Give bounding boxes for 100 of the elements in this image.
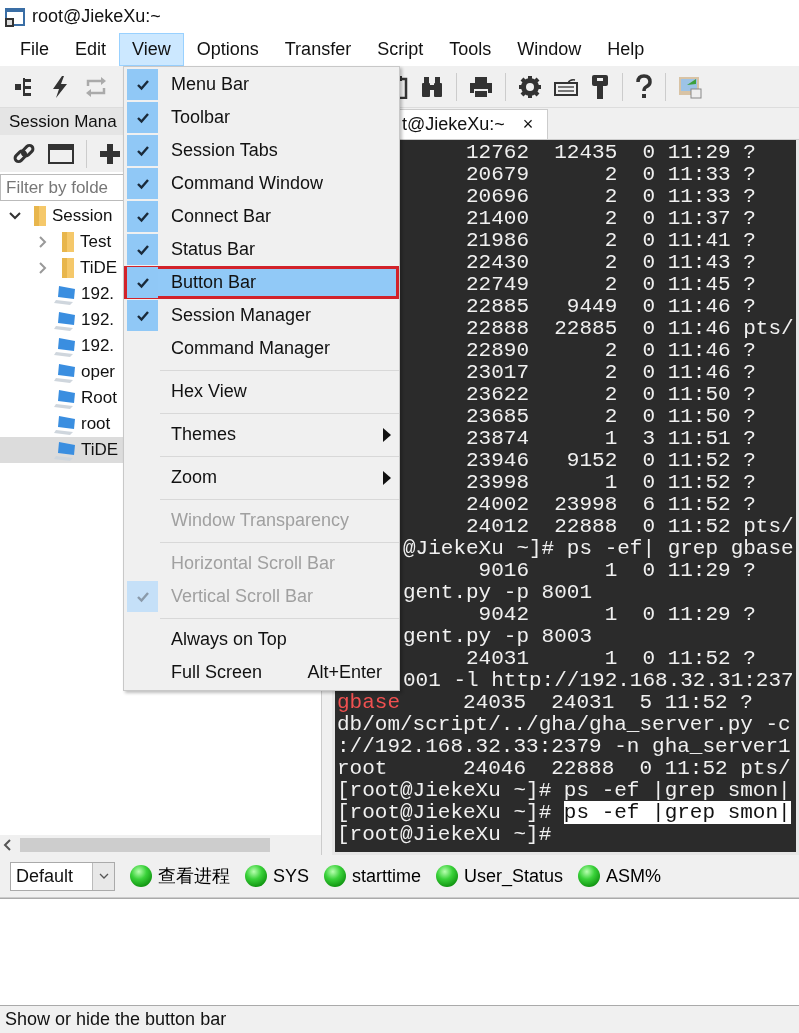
window-title: root@JiekeXu:~ (32, 5, 161, 28)
menu-option-label[interactable]: Button Bar (171, 269, 257, 296)
panel-title: Session Mana (9, 110, 117, 133)
computer-icon (54, 387, 76, 409)
terminal-line: 001 -l http://192.168.32.31:237 (403, 670, 795, 692)
tree-item-label[interactable]: Test (80, 229, 112, 255)
help-icon[interactable] (635, 73, 653, 100)
terminal-line: 22890 2 0 11:46 ? (465, 340, 757, 362)
tree-item-label[interactable]: TiDE (80, 255, 118, 281)
tree-item-label[interactable]: TiDE (81, 437, 119, 463)
folder-icon (33, 205, 47, 227)
menu-item[interactable]: View (119, 33, 184, 66)
command-button[interactable]: ASM% (577, 862, 662, 890)
menu-option-label[interactable]: Command Window (171, 170, 324, 197)
command-button[interactable]: User_Status (435, 862, 564, 890)
terminal-line: root 24046 22888 0 11:52 pts/ (337, 758, 792, 780)
menu-option[interactable]: Themes (124, 418, 399, 451)
status-dot-icon (435, 864, 460, 888)
menu-option[interactable]: Command Window (124, 167, 399, 200)
computer-icon (54, 335, 76, 357)
terminal-line: [root@JiekeXu ~]# ps -ef |grep smon| (337, 780, 792, 802)
print-icon[interactable] (469, 75, 493, 98)
menu-option-label[interactable]: Connect Bar (171, 203, 272, 230)
tab-label[interactable]: t@JiekeXu:~ (402, 111, 505, 138)
menu-item[interactable]: Tools (436, 33, 505, 66)
keyboard-icon[interactable] (554, 77, 578, 96)
menu-option[interactable]: Session Manager (124, 299, 399, 332)
folder-icon (61, 257, 75, 279)
menu-option-label[interactable]: Zoom (171, 464, 217, 491)
terminal-line: 22430 2 0 11:43 ? (465, 252, 757, 274)
terminal-line: 21400 2 0 11:37 ? (465, 208, 757, 230)
tree-item-label[interactable]: Session (52, 203, 113, 229)
menu-item[interactable]: File (7, 33, 62, 66)
scrollbar-thumb[interactable] (20, 838, 270, 852)
settings-icon[interactable] (518, 74, 542, 99)
command-button[interactable]: 查看进程 (129, 862, 230, 890)
terminal-line: 23017 2 0 11:46 ? (465, 362, 757, 384)
binoculars-icon[interactable] (420, 75, 444, 98)
terminal-line: 9042 1 0 11:29 ? (477, 604, 757, 626)
computer-icon (54, 283, 76, 305)
terminal-line: 24031 1 0 11:52 ? (465, 648, 757, 670)
menu-option-label[interactable]: Command Manager (171, 335, 331, 362)
status-dot-icon (129, 864, 153, 888)
terminal-line: 23874 1 3 11:51 ? (465, 428, 757, 450)
menu-item[interactable]: Script (364, 33, 437, 66)
terminal-line: 23998 1 0 11:52 ? (465, 472, 757, 494)
key-icon[interactable] (590, 73, 610, 100)
tree-item-label[interactable]: oper (81, 359, 116, 385)
menu-option-label[interactable]: Menu Bar (171, 71, 250, 98)
terminal-line: 24012 22888 0 11:52 pts/ (465, 516, 795, 538)
selected-text: ps -ef |grep smon| (563, 801, 791, 824)
app-icon (4, 5, 26, 28)
menu-option-label[interactable]: Session Manager (171, 302, 312, 329)
menu-option-label[interactable]: Themes (171, 421, 237, 448)
terminal-line: 23685 2 0 11:50 ? (465, 406, 757, 428)
folder-icon (61, 231, 75, 253)
menu-option[interactable]: Status Bar (124, 233, 399, 266)
menu-option[interactable]: Zoom (124, 461, 399, 494)
menu-item[interactable]: Window (504, 33, 595, 66)
terminal-line: ://192.168.32.33:2379 -n gha_server1 (337, 736, 792, 758)
menu-option[interactable]: Button Bar (124, 266, 399, 299)
terminal-line: 9016 1 0 11:29 ? (477, 560, 757, 582)
lightning-icon[interactable] (50, 74, 70, 99)
terminal-line: 22888 22885 0 11:46 pts/ (465, 318, 795, 340)
plus-icon[interactable] (99, 142, 121, 165)
status-dot-icon (244, 864, 268, 888)
menu-item[interactable]: Help (594, 33, 658, 66)
menu-option-label[interactable]: Toolbar (171, 104, 231, 131)
command-button[interactable]: SYS (244, 862, 310, 890)
terminal-line: 22885 9449 0 11:46 ? (465, 296, 757, 318)
caret-icon[interactable] (98, 873, 109, 879)
shortcut-text: Alt+Enter (307, 661, 382, 684)
menu-item[interactable]: Options (183, 33, 272, 66)
tree-item-label[interactable]: root (81, 411, 111, 437)
terminal-line: 23946 9152 0 11:52 ? (465, 450, 757, 472)
menu-option[interactable]: Menu Bar (124, 68, 399, 101)
command-button[interactable]: starttime (323, 862, 422, 890)
menu-option-label[interactable]: Full Screen (171, 659, 263, 686)
menu-option[interactable]: Hex View (124, 375, 399, 408)
tree-item-label[interactable]: Root (81, 385, 117, 411)
menu-option[interactable]: Command Manager (124, 332, 399, 365)
link-icon[interactable] (12, 141, 36, 166)
menu-option-label[interactable]: Always on Top (171, 626, 287, 653)
menu-option[interactable]: Connect Bar (124, 200, 399, 233)
close-icon[interactable]: × (522, 111, 534, 138)
menu-option-label[interactable]: Hex View (171, 378, 247, 405)
dropdown[interactable]: Default (10, 861, 115, 891)
tree-item-label[interactable]: 192. (81, 307, 115, 333)
status-text: Show or hide the button bar (5, 1008, 227, 1031)
tree-item-label[interactable]: 192. (81, 281, 115, 307)
menu-option[interactable]: Always on Top (124, 623, 399, 656)
window-icon[interactable] (48, 143, 74, 164)
menu-item[interactable]: Edit (62, 33, 120, 66)
terminal-text: 24035 24031 5 11:52 ? (462, 691, 753, 714)
locked-picture-icon[interactable] (678, 74, 702, 99)
menu-option[interactable]: Full Screen Alt+Enter (124, 656, 399, 689)
menu-item[interactable]: Transfer (271, 33, 365, 66)
terminal-line: 24002 23998 6 11:52 ? (465, 494, 757, 516)
menu-option-label[interactable]: Status Bar (171, 236, 256, 263)
tree-item-label[interactable]: 192. (81, 333, 115, 359)
